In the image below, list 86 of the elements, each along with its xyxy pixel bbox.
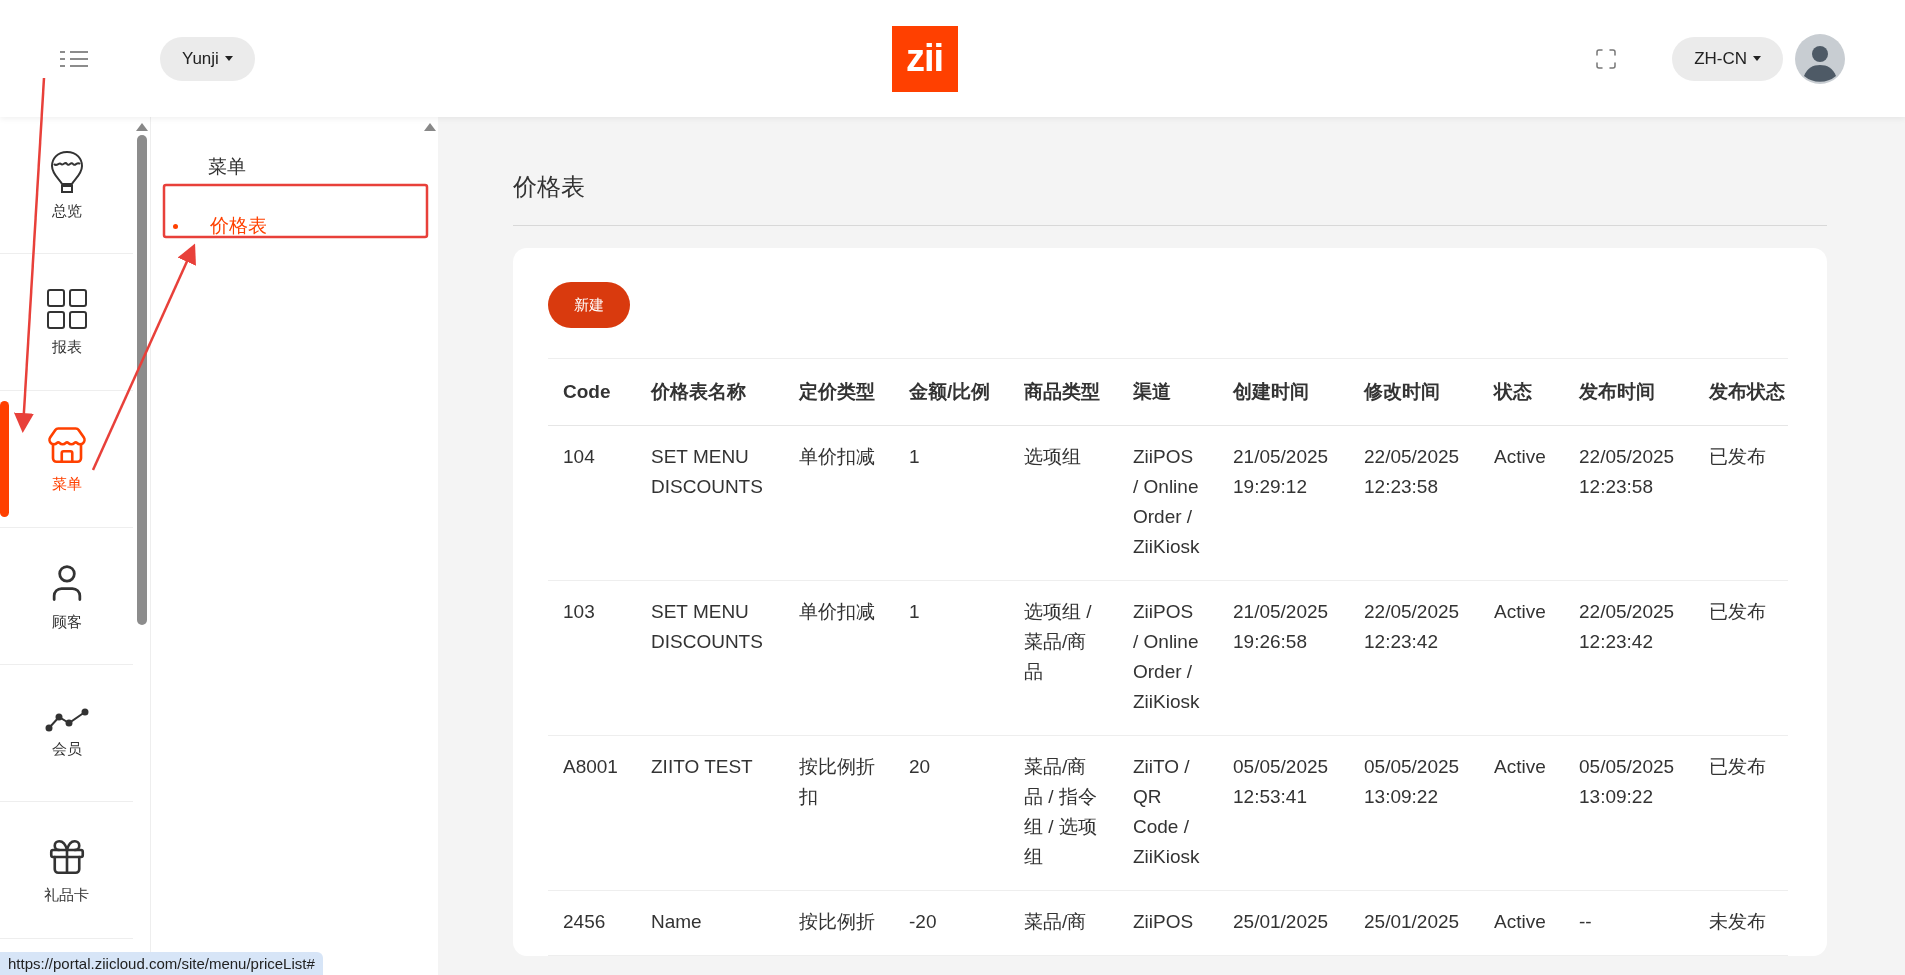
submenu-item[interactable]: 价格表 <box>165 199 415 253</box>
table-cell: 22/05/2025 12:23:58 <box>1349 425 1479 581</box>
table-cell: 选项组 <box>1009 425 1118 581</box>
table-cell: 已发布 <box>1694 580 1788 736</box>
nav-item[interactable]: 礼品卡 <box>0 802 133 939</box>
table-cell: 104 <box>548 425 636 581</box>
column-header: 定价类型 <box>784 358 894 426</box>
table-cell: 已发布 <box>1694 735 1788 891</box>
table-cell: 1 <box>894 425 1009 581</box>
caret-icon <box>1753 56 1761 61</box>
nav-item[interactable]: 菜单 <box>0 391 133 528</box>
page-title: 价格表 <box>513 157 1827 226</box>
line-chart-icon <box>44 707 89 732</box>
table-cell: Active <box>1479 890 1564 956</box>
status-url: https://portal.ziicloud.com/site/menu/priceList# <box>0 952 323 975</box>
column-header: 发布状态 <box>1694 358 1788 426</box>
column-header: 渠道 <box>1118 358 1218 426</box>
menu-icon[interactable] <box>60 49 88 68</box>
balloon-icon <box>48 149 85 194</box>
table-cell: 103 <box>548 580 636 736</box>
table-cell: 单价扣减 <box>784 580 894 736</box>
store-dropdown[interactable]: Yunji <box>160 36 255 81</box>
nav-label: 顾客 <box>51 612 82 632</box>
table-cell: 菜品/商品 / 指令组 / 选项组 <box>1009 735 1118 891</box>
table-cell: 菜品/商 <box>1009 890 1118 956</box>
nav-label: 会员 <box>51 739 82 759</box>
nav-item[interactable]: 会员 <box>0 665 133 802</box>
table-cell: A8001 <box>548 735 636 891</box>
column-header: 商品类型 <box>1009 358 1118 426</box>
table-cell: 05/05/2025 13:09:22 <box>1564 735 1694 891</box>
table-cell: -- <box>1564 890 1694 956</box>
column-header: 创建时间 <box>1218 358 1349 426</box>
grid-icon <box>45 287 88 330</box>
table-cell: 22/05/2025 12:23:58 <box>1564 425 1694 581</box>
language-dropdown[interactable]: ZH-CN <box>1672 36 1783 81</box>
nav-label: 报表 <box>51 337 82 357</box>
nav-label: 总览 <box>51 201 82 221</box>
table-cell: 05/05/2025 13:09:22 <box>1349 735 1479 891</box>
table-cell: 22/05/2025 12:23:42 <box>1564 580 1694 736</box>
table-cell: 21/05/2025 19:26:58 <box>1218 580 1349 736</box>
table-cell: ZIITO TEST <box>636 735 784 891</box>
scrollbar-thumb[interactable] <box>136 135 147 625</box>
column-header: 发布时间 <box>1564 358 1694 426</box>
nav-item[interactable]: 报表 <box>0 254 133 391</box>
table-cell: Active <box>1479 580 1564 736</box>
table-cell: ZiiPOS <box>1118 890 1218 956</box>
table-cell: 按比例折扣 <box>784 735 894 891</box>
table-cell: 单价扣减 <box>784 425 894 581</box>
table-cell: ZiiPOS / Online Order / ZiiKiosk <box>1118 425 1218 581</box>
caret-icon <box>224 56 233 61</box>
table-cell: Active <box>1479 735 1564 891</box>
submenu-group-label: 菜单 <box>207 155 247 179</box>
nav-label: 礼品卡 <box>44 885 89 905</box>
table-cell: -20 <box>894 890 1009 956</box>
table-cell: 按比例折 <box>784 890 894 956</box>
table-cell: 25/01/2025 <box>1349 890 1479 956</box>
column-header: 修改时间 <box>1349 358 1479 426</box>
scroll-up-icon[interactable] <box>135 123 148 131</box>
table-cell: 选项组 / 菜品/商品 <box>1009 580 1118 736</box>
nav-item[interactable]: 总览 <box>0 117 133 254</box>
table-cell: 05/05/2025 12:53:41 <box>1218 735 1349 891</box>
nav-item[interactable]: 顾客 <box>0 528 133 665</box>
column-header: 价格表名称 <box>636 358 784 426</box>
scroll-up-icon[interactable] <box>423 123 436 131</box>
table-cell: SET MENU DISCOUNTS <box>636 425 784 581</box>
table-cell: 21/05/2025 19:29:12 <box>1218 425 1349 581</box>
column-header: Code <box>548 358 636 426</box>
table-cell: 2456 <box>548 890 636 956</box>
fullscreen-icon[interactable] <box>1594 46 1619 71</box>
table-cell: 1 <box>894 580 1009 736</box>
table-cell: ZiiTO / QR Code / ZiiKiosk <box>1118 735 1218 891</box>
table-cell: 25/01/2025 <box>1218 890 1349 956</box>
table-cell: 22/05/2025 12:23:42 <box>1349 580 1479 736</box>
table-cell: Active <box>1479 425 1564 581</box>
avatar[interactable] <box>1795 33 1845 84</box>
table-cell: 已发布 <box>1694 425 1788 581</box>
new-button[interactable]: 新建 <box>548 282 630 328</box>
column-header: 金额/比例 <box>894 358 1009 426</box>
logo: zii <box>891 25 958 92</box>
nav-label: 菜单 <box>51 474 82 494</box>
table-cell: 未发布 <box>1694 890 1788 956</box>
table-cell: 20 <box>894 735 1009 891</box>
table-cell: Name <box>636 890 784 956</box>
table-cell: SET MENU DISCOUNTS <box>636 580 784 736</box>
table-cell: ZiiPOS / Online Order / ZiiKiosk <box>1118 580 1218 736</box>
column-header: 状态 <box>1479 358 1564 426</box>
